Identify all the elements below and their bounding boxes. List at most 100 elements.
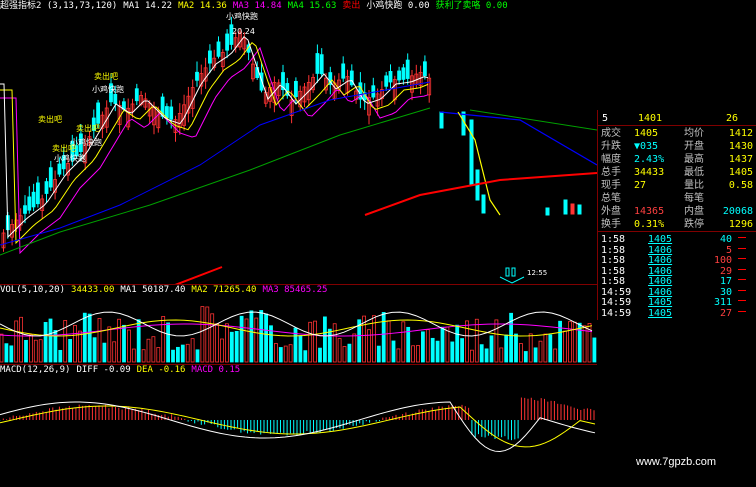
tick-time: 1:58 [601, 244, 626, 256]
volume-bar [24, 339, 28, 363]
volume-bar [494, 319, 499, 363]
volume-bar [33, 339, 38, 363]
volume-bar [117, 318, 121, 363]
volume-bar [489, 335, 494, 363]
volume-bar [82, 312, 87, 363]
volume-bar [283, 345, 288, 363]
tick-time: 1:58 [601, 265, 626, 277]
tick-time: 1:58 [601, 276, 626, 287]
quote-value: 1437 [728, 154, 753, 165]
volume-bar [460, 338, 465, 363]
volume-bar [273, 343, 278, 363]
quote-value: 0.31% [634, 219, 665, 230]
quote-label: 最高 [684, 154, 704, 165]
volume-bar [367, 329, 371, 363]
tick-price: 1405 [648, 234, 673, 245]
quote-value: 1296 [728, 219, 753, 230]
volume-bar [553, 348, 558, 363]
tick-time: 14:59 [601, 297, 632, 308]
volume-bar [332, 323, 337, 363]
volume-bar [278, 347, 283, 363]
volume-bar [254, 317, 259, 363]
volume-bar [180, 344, 185, 363]
ma4-value: MA4 15.63 [287, 1, 337, 11]
candle-body [48, 167, 53, 188]
ma6-line [364, 172, 597, 216]
sell-signal-label: 卖出 [342, 1, 361, 11]
volume-bar [244, 318, 249, 363]
tick-volume: 5 [725, 244, 732, 256]
candlestick-svg: 小鸡快跑20.24卖出吧小鸡快跑卖出吧卖出吧小鸡快跑卖出吧小鸡快跑12:55 [0, 11, 597, 284]
volume-bar [440, 326, 445, 363]
ma4-line-right [469, 109, 597, 131]
quote-label: 跌停 [684, 219, 704, 230]
ma3-value: MA3 14.84 [232, 1, 282, 11]
ma6-line-left [174, 266, 223, 284]
tick-time: 14:59 [601, 286, 632, 298]
volume-bar [479, 344, 484, 363]
volume-bar [195, 349, 200, 363]
volume-bar [141, 349, 146, 363]
volume-bar [342, 346, 347, 363]
candle-body [341, 63, 346, 79]
candle-body [545, 207, 550, 216]
quote-value: 1405 [634, 128, 659, 139]
quote-value: ▼035 [634, 141, 659, 152]
candle-body [577, 204, 582, 215]
candle-body [225, 33, 230, 51]
volume-bar [303, 350, 308, 363]
tick-volume: 30 [719, 286, 732, 298]
volume-bar [347, 343, 352, 363]
volume-bar [450, 341, 455, 363]
right-blank-area [597, 0, 756, 110]
candle-body [371, 85, 376, 98]
volume-bar [92, 337, 97, 363]
volume-bar [401, 321, 406, 363]
volume-chart-pane[interactable]: VOL(5,10,20) 34433.00 MA1 50187.40 MA2 7126… [0, 284, 597, 365]
quote-label: 外盘 [601, 206, 621, 217]
quote-top-label: 5 [602, 113, 609, 124]
volume-bar [249, 310, 254, 363]
volume-bar [58, 349, 63, 363]
quote-value: 1430 [728, 141, 753, 152]
quote-row: 现手 27 量比 0.58 [598, 179, 756, 192]
quote-row: 幅度 2.43% 最高 1437 [598, 153, 756, 166]
macd-chart-pane[interactable]: MACD(12,26,9) DIFF -0.09 DEA -0.16 MACD 0.1… [0, 364, 597, 487]
ma2-line [0, 41, 429, 245]
candle-body [169, 106, 174, 120]
volume-indicator-name: VOL(5,10,20) [0, 285, 66, 295]
volume-bar [465, 320, 469, 363]
trend-mark [499, 276, 525, 284]
main-indicator-header: 超强指标2 (3,13,73,120) MA1 14.22 MA2 14.36 MA3… [0, 0, 514, 12]
volume-bar [548, 334, 553, 363]
ma1-value: MA1 14.22 [123, 1, 173, 11]
volume-bar [499, 347, 504, 363]
volume-bar [519, 343, 523, 363]
quote-value: 1412 [728, 128, 753, 139]
volume-bar [474, 318, 479, 363]
quote-top-price: 1401 [638, 113, 663, 124]
quote-label: 内盘 [684, 206, 704, 217]
candle-body [44, 181, 49, 194]
quote-panel: 5 1401 26 成交 1405 均价 1412 升跌 ▼035 开盘 1430 幅度 2.43… [597, 110, 756, 320]
quote-label: 升跌 [601, 141, 621, 152]
candle-body [195, 71, 199, 81]
volume-bar [386, 320, 391, 363]
peak-price-label: 20.24 [232, 27, 255, 36]
quote-label: 总笔 [601, 193, 621, 204]
volume-bar [68, 339, 72, 363]
quote-value: 20068 [722, 206, 753, 217]
quote-label: 均价 [684, 128, 704, 139]
candle-body [164, 106, 169, 119]
quote-label: 幅度 [601, 154, 621, 165]
volume-bar [14, 320, 19, 363]
candle-body [469, 119, 474, 186]
volume-bar [127, 329, 131, 363]
volume-bar [435, 340, 440, 363]
buy-signal-annotation: 小鸡快跑 [92, 84, 124, 94]
volume-svg [0, 306, 597, 363]
quote-label: 现手 [601, 180, 621, 191]
candle-body [401, 67, 406, 80]
candlestick-chart-pane[interactable]: 超强指标2 (3,13,73,120) MA1 14.22 MA2 14.36 MA3… [0, 0, 597, 285]
candle-body [422, 61, 427, 77]
